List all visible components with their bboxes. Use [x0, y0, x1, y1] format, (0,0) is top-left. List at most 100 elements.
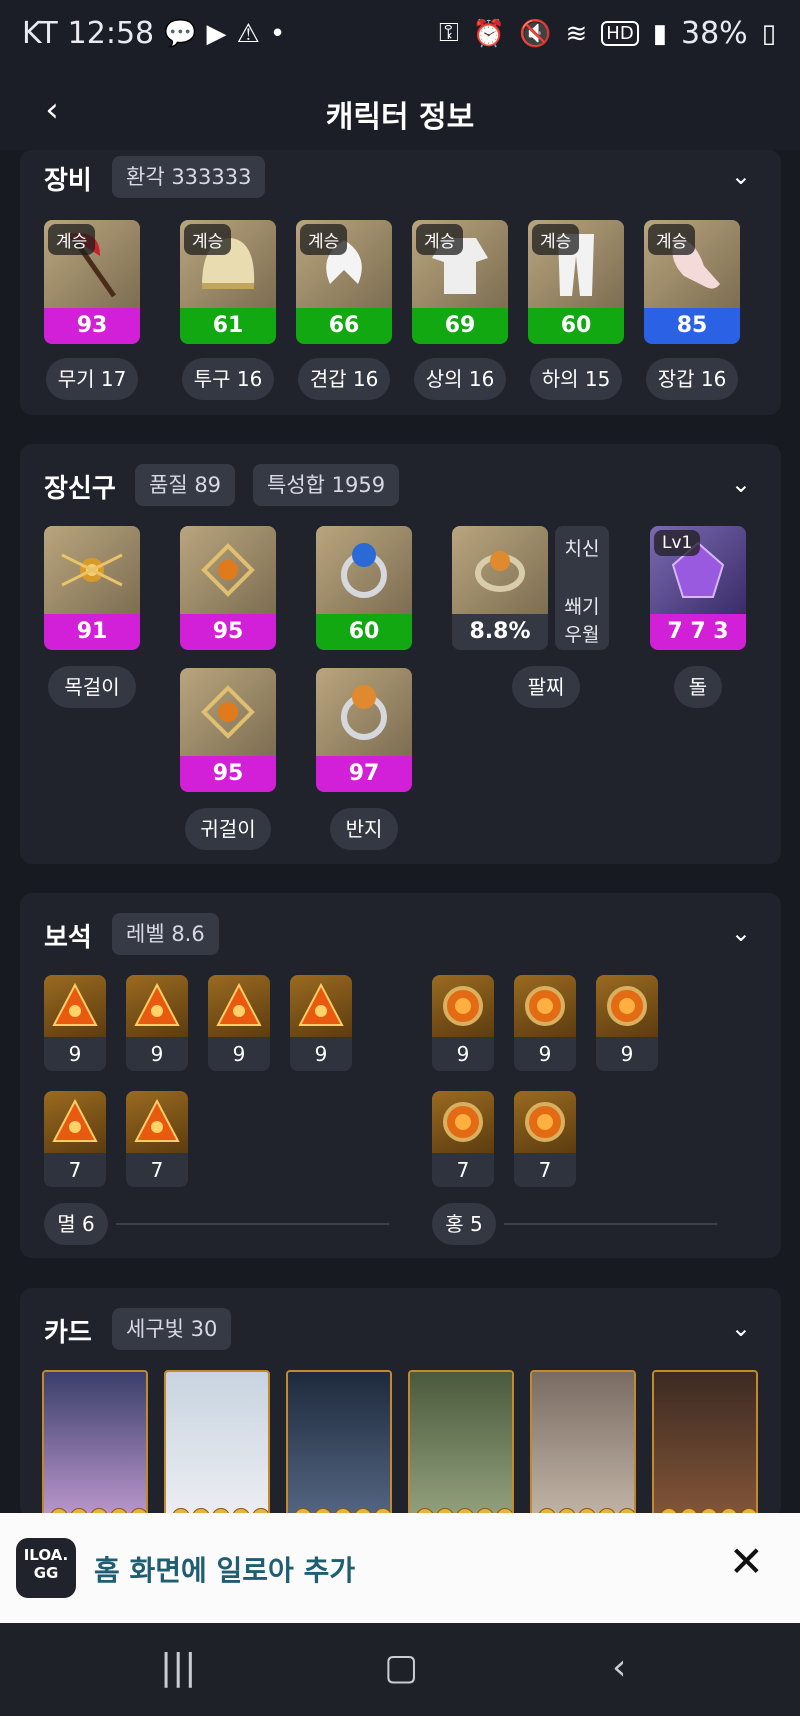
- equipment-item[interactable]: 계승 61: [180, 220, 276, 344]
- divider: [504, 1223, 717, 1225]
- gem-item[interactable]: 9: [208, 975, 270, 1071]
- equipment-label: 하의 15: [530, 358, 622, 400]
- earring-label: 귀걸이: [185, 808, 271, 850]
- system-nav-bar: ||| ▢ ‹: [0, 1623, 800, 1716]
- close-icon[interactable]: ✕: [729, 1537, 764, 1586]
- gem-item[interactable]: 9: [514, 975, 576, 1071]
- gem-level: 9: [456, 1042, 470, 1066]
- talk-icon: 💬: [164, 18, 197, 49]
- equipment-quality: 61: [180, 308, 276, 344]
- card-item[interactable]: [286, 1370, 392, 1534]
- gem-level: 9: [538, 1042, 552, 1066]
- necklace-item[interactable]: 91: [44, 526, 140, 650]
- equipment-item[interactable]: 계승 60: [528, 220, 624, 344]
- inherit-badge: 계승: [416, 224, 464, 255]
- gem-level: 7: [538, 1158, 552, 1182]
- earring-item[interactable]: 95: [180, 526, 276, 650]
- signal-icon: ▮: [652, 18, 667, 49]
- earring-item[interactable]: 95: [180, 668, 276, 792]
- equipment-label: 장갑 16: [646, 358, 738, 400]
- inherit-badge: 계승: [184, 224, 232, 255]
- gem-level-chip: 레벨 8.6: [112, 913, 219, 955]
- gem-item[interactable]: 7: [44, 1091, 106, 1187]
- gem-level: 9: [68, 1042, 82, 1066]
- gem-icon: [432, 1091, 494, 1153]
- gem-item[interactable]: 9: [44, 975, 106, 1071]
- equipment-quality: 93: [44, 308, 140, 344]
- gem-level: 9: [620, 1042, 634, 1066]
- accessory-title: 장신구: [44, 474, 116, 504]
- card-section: 카드 세구빛 30 ⌄: [20, 1288, 781, 1534]
- gem-item[interactable]: 7: [126, 1091, 188, 1187]
- equipment-title: 장비: [44, 166, 92, 196]
- page-title: 캐릭터 정보: [325, 100, 475, 135]
- chevron-down-icon[interactable]: ⌄: [731, 1314, 751, 1342]
- gem-level: 9: [314, 1042, 328, 1066]
- add-to-home-banner[interactable]: ILOA. GG 홈 화면에 일로아 추가 ✕: [0, 1513, 800, 1623]
- key-icon: ⚿: [438, 18, 459, 48]
- card-item[interactable]: [164, 1370, 270, 1534]
- ability-stone-item[interactable]: Lv1 7 7 3: [650, 526, 746, 650]
- gem-item[interactable]: 7: [514, 1091, 576, 1187]
- gem-level: 7: [150, 1158, 164, 1182]
- equipment-quality: 85: [644, 308, 740, 344]
- gem-icon: [208, 975, 270, 1037]
- app-header: ‹ 캐릭터 정보: [0, 70, 800, 150]
- bracelet-value: 8.8%: [452, 614, 548, 650]
- equipment-quality: 66: [296, 308, 392, 344]
- gem-item[interactable]: 9: [596, 975, 658, 1071]
- youtube-icon: ▶: [206, 18, 227, 49]
- warning-icon: ⚠: [236, 18, 260, 49]
- ring-item[interactable]: 97: [316, 668, 412, 792]
- equipment-label: 견갑 16: [298, 358, 390, 400]
- wifi-icon: ≋: [565, 18, 588, 49]
- card-item[interactable]: [42, 1370, 148, 1534]
- card-item[interactable]: [408, 1370, 514, 1534]
- card-set-chip: 세구빛 30: [112, 1308, 232, 1350]
- equipment-item[interactable]: 계승 93: [44, 220, 140, 344]
- equipment-item[interactable]: 계승 85: [644, 220, 740, 344]
- quality-chip: 품질 89: [135, 464, 236, 506]
- bracelet-label: 팔찌: [512, 666, 580, 708]
- home-icon[interactable]: ▢: [384, 1647, 418, 1688]
- recents-icon[interactable]: |||: [160, 1647, 196, 1688]
- ring-item[interactable]: 60: [316, 526, 412, 650]
- clock: 12:58: [67, 16, 155, 51]
- status-bar: KT 12:58 💬 ▶ ⚠ • ⚿ ⏰ 🔇 ≋ HD ▮ 38% ▯: [0, 0, 800, 70]
- inherit-badge: 계승: [532, 224, 580, 255]
- equipment-item[interactable]: 계승 69: [412, 220, 508, 344]
- equipment-set-chip: 환각 333333: [112, 156, 266, 198]
- chevron-down-icon[interactable]: ⌄: [731, 162, 751, 190]
- gem-item[interactable]: 9: [126, 975, 188, 1071]
- necklace-icon: [44, 526, 140, 614]
- alarm-icon: ⏰: [472, 18, 506, 49]
- gem-level: 9: [232, 1042, 246, 1066]
- gem-icon: [514, 1091, 576, 1153]
- equipment-item[interactable]: 계승 66: [296, 220, 392, 344]
- carrier: KT: [22, 16, 58, 51]
- gem-section: 보석 레벨 8.6 ⌄ 9 9 9 9 7 7 9 9 9 7 7 멸 6 홍 5: [20, 893, 781, 1258]
- back-nav-icon[interactable]: ‹: [612, 1647, 626, 1688]
- ring-quality: 97: [316, 756, 412, 792]
- earring-icon: [180, 668, 276, 756]
- card-item[interactable]: [652, 1370, 758, 1534]
- gem-item[interactable]: 9: [432, 975, 494, 1071]
- gem-item[interactable]: 9: [290, 975, 352, 1071]
- dot-icon: •: [269, 18, 286, 49]
- earring-quality: 95: [180, 756, 276, 792]
- gem-item[interactable]: 7: [432, 1091, 494, 1187]
- equipment-label: 무기 17: [46, 358, 138, 400]
- mute-icon: 🔇: [519, 18, 552, 49]
- bracelet-icon: [452, 526, 548, 614]
- inherit-badge: 계승: [300, 224, 348, 255]
- equipment-section: 장비 환각 333333 ⌄ 계승 93 무기 17 계승 61 투구 16 계승 66 견갑 …: [20, 150, 781, 415]
- gem-type-label: 멸 6: [44, 1203, 108, 1245]
- equipment-label: 상의 16: [414, 358, 506, 400]
- chevron-down-icon[interactable]: ⌄: [731, 919, 751, 947]
- earring-quality: 95: [180, 614, 276, 650]
- card-item[interactable]: [530, 1370, 636, 1534]
- chevron-down-icon[interactable]: ⌄: [731, 470, 751, 498]
- gem-icon: [596, 975, 658, 1037]
- bracelet-effect: 쐐기: [564, 596, 600, 618]
- bracelet-item[interactable]: 8.8%: [452, 526, 548, 650]
